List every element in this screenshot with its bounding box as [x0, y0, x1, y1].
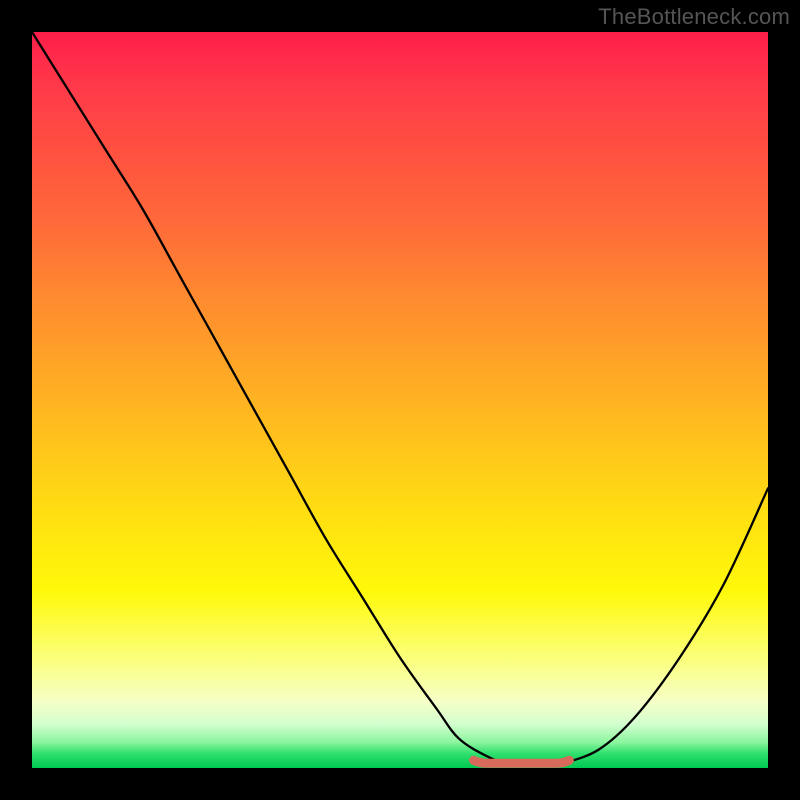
bottleneck-curve [32, 32, 768, 765]
plot-area [32, 32, 768, 768]
watermark-text: TheBottleneck.com [598, 4, 790, 30]
optimal-flat-marker [474, 760, 570, 763]
chart-frame: TheBottleneck.com [0, 0, 800, 800]
chart-svg [32, 32, 768, 768]
